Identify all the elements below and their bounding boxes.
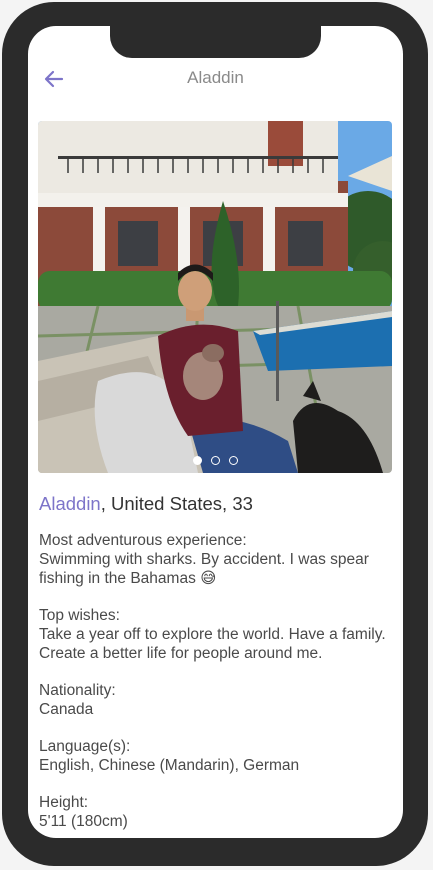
section-top-wishes: Top wishes: Take a year off to explore t…	[39, 606, 389, 663]
page-title: Aladdin	[187, 68, 244, 87]
carousel-dot-1[interactable]	[192, 456, 202, 465]
profile-location-age: , United States, 33	[100, 493, 253, 514]
section-value: 5'11 (180cm)	[39, 813, 128, 830]
section-label: Language(s):	[39, 738, 131, 755]
section-value: Canada	[39, 701, 94, 718]
profile-photo[interactable]	[38, 121, 392, 473]
carousel-dot-2[interactable]	[210, 456, 220, 465]
section-adventure: Most adventurous experience: Swimming wi…	[39, 531, 389, 588]
section-value: Take a year off to explore the world. Ha…	[39, 626, 386, 662]
carousel-dot-3[interactable]	[228, 456, 238, 465]
section-languages: Language(s): English, Chinese (Mandarin)…	[39, 737, 389, 775]
section-value: Swimming with sharks. By accident. I was…	[39, 551, 369, 587]
section-label: Nationality:	[39, 682, 116, 699]
section-value: English, Chinese (Mandarin), German	[39, 757, 300, 774]
profile-screen: Aladdin Aladdin, United States, 33 Most …	[28, 26, 403, 838]
profile-photo-image	[38, 121, 392, 473]
section-label: Top wishes:	[39, 607, 120, 624]
section-nationality: Nationality: Canada	[39, 681, 389, 719]
phone-notch	[110, 26, 321, 58]
profile-name[interactable]: Aladdin	[39, 493, 101, 514]
profile-details: Aladdin, United States, 33 Most adventur…	[39, 492, 389, 838]
section-height: Height: 5'11 (180cm)	[39, 793, 389, 831]
carousel-dots	[38, 456, 392, 465]
section-label: Most adventurous experience:	[39, 532, 247, 549]
profile-heading: Aladdin, United States, 33	[39, 492, 389, 516]
section-label: Height:	[39, 794, 89, 811]
header-bar: Aladdin	[28, 60, 403, 96]
